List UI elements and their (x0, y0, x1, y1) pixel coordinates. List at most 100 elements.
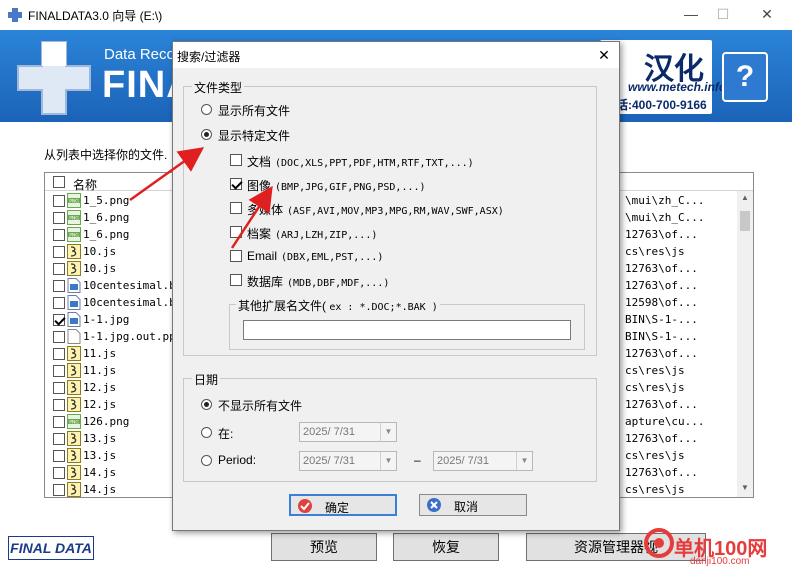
scroll-down-icon[interactable]: ▼ (741, 483, 749, 492)
file-row-checkbox[interactable] (53, 416, 65, 428)
show-all-label[interactable]: 显示所有文件 (218, 102, 290, 119)
file-type-extensions: (ARJ,LZH,ZIP,...) (275, 230, 378, 241)
file-path: apture\cu... (625, 415, 705, 428)
file-path: cs\res\js (625, 245, 685, 258)
file-row-checkbox[interactable] (53, 195, 65, 207)
js-file-icon (67, 465, 81, 480)
file-row-checkbox[interactable] (53, 263, 65, 275)
file-row-checkbox[interactable] (53, 297, 65, 309)
window-title: FINALDATA3.0 向导 (E:\) (28, 9, 163, 23)
phone-label: 话:400-700-9166 (616, 98, 707, 112)
file-type-checkbox[interactable] (230, 226, 242, 238)
file-type-label[interactable]: 档案 (ARJ,LZH,ZIP,...) (247, 225, 377, 242)
file-name: 10centesimal.bm (83, 296, 183, 309)
file-row-checkbox[interactable] (53, 331, 65, 343)
no-date-radio[interactable] (201, 399, 212, 410)
file-type-checkbox[interactable] (230, 154, 242, 166)
file-row-checkbox[interactable] (53, 314, 65, 326)
file-row-checkbox[interactable] (53, 348, 65, 360)
file-type-label[interactable]: 多媒体 (ASF,AVI,MOV,MP3,MPG,RM,WAV,SWF,ASX) (247, 201, 504, 218)
watermark: 单机100网 danji100.com (624, 518, 792, 572)
file-path: cs\res\js (625, 364, 685, 377)
period-end-dropdown-icon[interactable]: ▼ (516, 452, 532, 470)
on-date-value: 2025/ 7/31 (303, 426, 355, 438)
file-row-checkbox[interactable] (53, 365, 65, 377)
png-file-icon: PNG (67, 227, 81, 242)
period-radio[interactable] (201, 455, 212, 466)
svg-text:PNG: PNG (69, 215, 79, 221)
file-path: 12763\of... (625, 228, 698, 241)
show-specific-radio[interactable] (201, 129, 212, 140)
dialog-close-button[interactable]: ✕ (593, 44, 615, 66)
file-type-checkbox[interactable] (230, 274, 242, 286)
file-name: 10.js (83, 262, 117, 275)
maximize-button[interactable]: ☐ (708, 4, 738, 24)
file-row-checkbox[interactable] (53, 229, 65, 241)
period-dash: – (414, 453, 421, 467)
png-file-icon: PNG (67, 210, 81, 225)
show-all-radio[interactable] (201, 104, 212, 115)
on-date-dropdown-icon[interactable]: ▼ (380, 423, 396, 441)
file-type-label[interactable]: Email (DBX,EML,PST,...) (247, 249, 383, 263)
help-button[interactable]: ? (722, 52, 768, 102)
file-type-checkbox[interactable] (230, 202, 242, 214)
file-row-checkbox[interactable] (53, 450, 65, 462)
search-filter-dialog: 搜索/过滤器 ✕ 文件类型 显示所有文件 显示特定文件 文档 (DOC,XLS,P… (172, 41, 620, 531)
blank-file-icon (67, 329, 81, 344)
file-name: 1-1.jpg.out.pp3 (83, 330, 183, 343)
js-file-icon (67, 482, 81, 497)
other-ext-input[interactable] (243, 320, 571, 340)
close-window-button[interactable]: ✕ (752, 4, 782, 24)
file-name: 13.js (83, 449, 117, 462)
file-name: 10centesimal.bm (83, 279, 183, 292)
file-row-checkbox[interactable] (53, 433, 65, 445)
file-row-checkbox[interactable] (53, 382, 65, 394)
select-all-checkbox[interactable] (53, 176, 65, 188)
file-row-checkbox[interactable] (53, 280, 65, 292)
file-path: BIN\S-1-... (625, 313, 698, 326)
column-header-name[interactable]: 名称 (73, 176, 97, 193)
file-row-checkbox[interactable] (53, 212, 65, 224)
file-type-checkbox[interactable] (230, 178, 242, 190)
on-date-label[interactable]: 在: (218, 425, 233, 442)
scroll-up-icon[interactable]: ▲ (741, 193, 749, 202)
file-path: cs\res\js (625, 381, 685, 394)
restore-button[interactable]: 恢复 (393, 533, 499, 561)
minimize-button[interactable]: — (676, 4, 706, 24)
file-type-extensions: (MDB,DBF,MDF,...) (287, 278, 390, 289)
file-name: 1_5.png (83, 194, 130, 207)
file-type-name: 数据库 (247, 275, 284, 289)
file-type-extensions: (DOC,XLS,PPT,PDF,HTM,RTF,TXT,...) (275, 158, 474, 169)
png-file-icon: PNG (67, 414, 81, 429)
window-titlebar: FINALDATA3.0 向导 (E:\) — ☐ ✕ (0, 0, 792, 30)
on-date-picker[interactable]: 2025/ 7/31 ▼ (299, 422, 397, 442)
scroll-thumb[interactable] (740, 211, 750, 231)
ok-button[interactable]: 确定 (289, 494, 397, 516)
period-label[interactable]: Period: (218, 453, 256, 467)
period-start-picker[interactable]: 2025/ 7/31 ▼ (299, 451, 397, 471)
file-type-label[interactable]: 数据库 (MDB,DBF,MDF,...) (247, 273, 389, 290)
cancel-icon (427, 498, 441, 512)
period-end-picker[interactable]: 2025/ 7/31 ▼ (433, 451, 533, 471)
file-type-label[interactable]: 文档 (DOC,XLS,PPT,PDF,HTM,RTF,TXT,...) (247, 153, 474, 170)
file-type-extensions: (DBX,EML,PST,...) (281, 252, 384, 263)
period-start-dropdown-icon[interactable]: ▼ (380, 452, 396, 470)
file-name: 11.js (83, 364, 117, 377)
finaldata-bottom-logo: FINAL DATA (8, 536, 94, 560)
file-row-checkbox[interactable] (53, 246, 65, 258)
file-row-checkbox[interactable] (53, 484, 65, 496)
png-file-icon: PNG (67, 193, 81, 208)
show-specific-label[interactable]: 显示特定文件 (218, 127, 290, 144)
other-ext-label: 其他扩展名文件( (238, 299, 326, 313)
no-date-label[interactable]: 不显示所有文件 (218, 397, 302, 414)
file-type-checkbox[interactable] (230, 250, 242, 262)
file-row-checkbox[interactable] (53, 399, 65, 411)
cancel-button[interactable]: 取消 (419, 494, 527, 516)
site-label: www.metech.info (628, 80, 727, 94)
file-row-checkbox[interactable] (53, 467, 65, 479)
file-type-label[interactable]: 图像 (BMP,JPG,GIF,PNG,PSD,...) (247, 177, 426, 194)
checkmark-icon (298, 499, 312, 513)
on-date-radio[interactable] (201, 427, 212, 438)
file-list-scrollbar[interactable]: ▲ ▼ (737, 191, 753, 497)
preview-button[interactable]: 预览 (271, 533, 377, 561)
